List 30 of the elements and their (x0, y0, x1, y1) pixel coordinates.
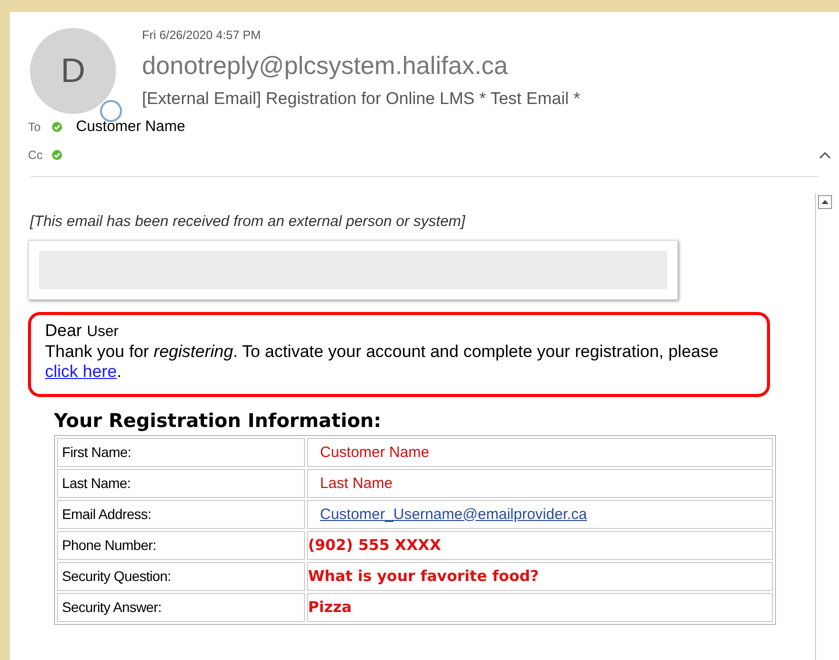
field-label: Security Question: (57, 562, 305, 591)
scroll-up-icon[interactable] (818, 195, 832, 209)
recipient-name[interactable]: Customer Name (76, 116, 186, 138)
table-title: Your Registration Information: (53, 408, 382, 434)
recipient-name: User (86, 322, 119, 342)
recipient-label: Cc (28, 147, 44, 164)
field-label: Phone Number: (57, 531, 305, 560)
sender-address: donotreply@plcsystem.halifax.ca (142, 51, 509, 82)
sent-date: Fri 6/26/2020 4:57 PM (142, 27, 262, 44)
recipient-label: To (28, 119, 42, 136)
scrollbar[interactable] (815, 193, 833, 660)
field-label: First Name: (57, 438, 305, 467)
field-value: Customer Name (319, 444, 430, 460)
status-ring-icon (100, 100, 122, 122)
field-label: Security Answer: (57, 593, 305, 622)
activation-link[interactable]: click here (45, 362, 117, 380)
field-value: Pizza (308, 598, 352, 616)
field-value: Last Name (319, 474, 393, 492)
external-notice: [This email has been received from an external person or system] (28, 212, 466, 232)
message-text: Thank you for registering. To activate your account and complete your registration, please click here. (45, 342, 720, 382)
field-label: Last Name: (57, 469, 305, 498)
collapse-icon[interactable] (819, 151, 831, 159)
presence-check-icon (52, 150, 62, 160)
email-subject: [External Email] Registration for Online LMS * Test Email * (142, 88, 580, 110)
field-value: (902) 555 XXXX (308, 536, 442, 554)
avatar: D (30, 28, 116, 114)
field-label: Email Address: (57, 500, 305, 529)
field-value: What is your favorite food? (308, 566, 539, 584)
presence-check-icon (52, 122, 62, 132)
greeting: Dear (45, 320, 82, 340)
